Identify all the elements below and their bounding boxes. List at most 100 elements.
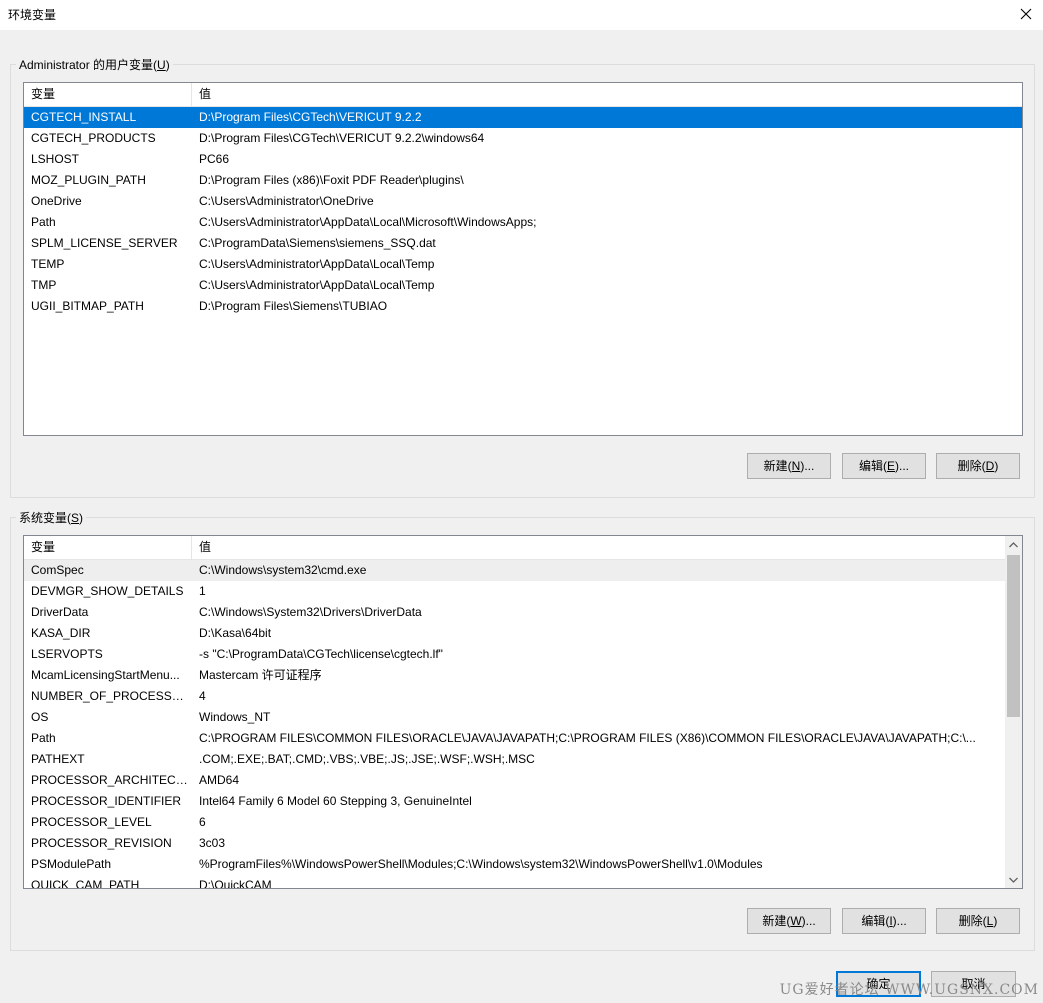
user-new-button[interactable]: 新建(N)... (747, 453, 831, 479)
variable-value: C:\Users\Administrator\OneDrive (199, 194, 374, 208)
variable-value: 1 (199, 584, 206, 598)
system-variable-row[interactable]: PROCESSOR_LEVEL 6 (24, 812, 1005, 833)
user-edit-button[interactable]: 编辑(E)... (842, 453, 926, 479)
variable-name: PATHEXT (31, 752, 85, 766)
column-header-name[interactable]: 变量 (24, 536, 192, 559)
variable-name: Path (31, 731, 56, 745)
close-button[interactable] (1009, 0, 1043, 28)
variable-value: C:\Windows\system32\cmd.exe (199, 563, 367, 577)
user-delete-button-label: 删除( (957, 459, 986, 473)
system-variable-row[interactable]: PATHEXT .COM;.EXE;.BAT;.CMD;.VBS;.VBE;.JS… (24, 749, 1005, 770)
user-variables-label-suffix: ) (165, 58, 170, 72)
variable-name: LSERVOPTS (31, 647, 103, 661)
variable-value: .COM;.EXE;.BAT;.CMD;.VBS;.VBE;.JS;.JSE;.… (199, 752, 535, 766)
variable-value: C:\Users\Administrator\AppData\Local\Tem… (199, 257, 435, 271)
variable-name: OS (31, 710, 49, 724)
variable-value: C:\PROGRAM FILES\COMMON FILES\ORACLE\JAV… (199, 731, 976, 745)
variable-name: PROCESSOR_ARCHITECT... (31, 773, 189, 787)
variable-name: PSModulePath (31, 857, 112, 871)
scroll-thumb[interactable] (1007, 555, 1020, 717)
system-variables-rows: ComSpec C:\Windows\system32\cmd.exe DEVMGR… (24, 560, 1005, 889)
column-header-value[interactable]: 值 (192, 536, 1005, 559)
user-variable-row[interactable]: CGTECH_PRODUCTS D:\Program Files\CGTech\V… (24, 128, 1022, 149)
system-new-button-hotkey: W (790, 914, 802, 928)
user-new-button-label: 新建( (763, 459, 792, 473)
system-variables-hotkey: S (71, 511, 80, 525)
system-variable-row[interactable]: PROCESSOR_ARCHITECT... AMD64 (24, 770, 1005, 791)
system-variable-row[interactable]: McamLicensingStartMenu... Mastercam 许可证程序 (24, 665, 1005, 686)
system-variable-row[interactable]: Path C:\PROGRAM FILES\COMMON FILES\ORACLE… (24, 728, 1005, 749)
system-new-button[interactable]: 新建(W)... (747, 908, 831, 934)
system-variables-list[interactable]: 变量 值 ComSpec C:\Windows\system32\cmd.exe D… (23, 535, 1023, 889)
variable-value: D:\Program Files\CGTech\VERICUT 9.2.2\wi… (199, 131, 485, 145)
variable-value: 4 (199, 689, 206, 703)
variable-value: C:\ProgramData\Siemens\siemens_SSQ.dat (199, 236, 436, 250)
user-variables-hotkey: U (157, 58, 166, 72)
chevron-up-icon (1009, 541, 1018, 547)
variable-value: 6 (199, 815, 206, 829)
variable-value: -s "C:\ProgramData\CGTech\license\cgtech… (199, 647, 443, 661)
variable-name: NUMBER_OF_PROCESSORS (31, 689, 189, 703)
variable-name: LSHOST (31, 152, 80, 166)
system-edit-button[interactable]: 编辑(I)... (842, 908, 926, 934)
variable-name: ComSpec (31, 563, 84, 577)
user-variable-row[interactable]: LSHOST PC66 (24, 149, 1022, 170)
user-variable-row[interactable]: TEMP C:\Users\Administrator\AppData\Local… (24, 254, 1022, 275)
user-new-button-suffix: )... (800, 459, 815, 473)
variable-name: McamLicensingStartMenu... (31, 668, 180, 682)
vertical-scrollbar[interactable] (1005, 536, 1022, 888)
user-variable-row[interactable]: OneDrive C:\Users\Administrator\OneDrive (24, 191, 1022, 212)
user-variable-row[interactable]: SPLM_LICENSE_SERVER C:\ProgramData\Siemen… (24, 233, 1022, 254)
system-delete-button[interactable]: 删除(L) (936, 908, 1020, 934)
user-variable-row[interactable]: TMP C:\Users\Administrator\AppData\Local\… (24, 275, 1022, 296)
variable-value: C:\Windows\System32\Drivers\DriverData (199, 605, 422, 619)
variable-name: OneDrive (31, 194, 82, 208)
close-icon (1020, 8, 1032, 20)
user-edit-button-hotkey: E (886, 459, 895, 473)
user-variables-list[interactable]: 变量 值 CGTECH_INSTALL D:\Program Files\CGTe… (23, 82, 1023, 436)
system-new-button-suffix: )... (801, 914, 816, 928)
user-variable-row[interactable]: Path C:\Users\Administrator\AppData\Local… (24, 212, 1022, 233)
variable-value: C:\Users\Administrator\AppData\Local\Mic… (199, 215, 537, 229)
variable-value: AMD64 (199, 773, 240, 787)
user-variables-header: 变量 值 (24, 83, 1022, 107)
user-variable-row[interactable]: CGTECH_INSTALL D:\Program Files\CGTech\VE… (24, 107, 1022, 128)
user-delete-button[interactable]: 删除(D) (936, 453, 1020, 479)
system-new-button-label: 新建( (762, 914, 791, 928)
user-variables-label: Administrator 的用户变量(U) (16, 56, 173, 73)
variable-name: DEVMGR_SHOW_DETAILS (31, 584, 184, 598)
system-variables-label: 系统变量(S) (16, 509, 87, 526)
system-variable-row[interactable]: PROCESSOR_REVISION 3c03 (24, 833, 1005, 854)
system-variable-row[interactable]: ComSpec C:\Windows\system32\cmd.exe (24, 560, 1005, 581)
user-variable-row[interactable]: MOZ_PLUGIN_PATH D:\Program Files (x86)\Fo… (24, 170, 1022, 191)
variable-name: QUICK_CAM_PATH (31, 878, 140, 889)
system-variable-row[interactable]: KASA_DIR D:\Kasa\64bit (24, 623, 1005, 644)
variable-value: Windows_NT (199, 710, 271, 724)
column-header-name[interactable]: 变量 (24, 83, 192, 106)
system-variable-row[interactable]: LSERVOPTS -s "C:\ProgramData\CGTech\licen… (24, 644, 1005, 665)
variable-name: Path (31, 215, 56, 229)
system-edit-button-suffix: )... (892, 914, 907, 928)
variable-name: SPLM_LICENSE_SERVER (31, 236, 178, 250)
system-variables-header: 变量 值 (24, 536, 1005, 560)
system-variable-row[interactable]: DEVMGR_SHOW_DETAILS 1 (24, 581, 1005, 602)
variable-name: DriverData (31, 605, 89, 619)
scroll-up-button[interactable] (1005, 536, 1022, 553)
column-header-value[interactable]: 值 (192, 83, 1022, 106)
system-variable-row[interactable]: DriverData C:\Windows\System32\Drivers\Dr… (24, 602, 1005, 623)
system-delete-button-label: 删除( (958, 914, 987, 928)
system-variable-row[interactable]: OS Windows_NT (24, 707, 1005, 728)
forum-watermark: UG爱好者论坛 WWW.UGSNX.COM (779, 982, 1039, 998)
scroll-down-button[interactable] (1005, 871, 1022, 888)
system-variables-label-suffix: ) (79, 511, 84, 525)
variable-value: C:\Users\Administrator\AppData\Local\Tem… (199, 278, 435, 292)
system-variable-row[interactable]: PSModulePath %ProgramFiles%\WindowsPowerS… (24, 854, 1005, 875)
user-variable-row[interactable]: UGII_BITMAP_PATH D:\Program Files\Siemens… (24, 296, 1022, 317)
user-variables-rows: CGTECH_INSTALL D:\Program Files\CGTech\VE… (24, 107, 1022, 317)
variable-name: CGTECH_INSTALL (31, 110, 137, 124)
variable-name: CGTECH_PRODUCTS (31, 131, 156, 145)
window-title: 环境变量 (8, 8, 57, 22)
system-variable-row[interactable]: NUMBER_OF_PROCESSORS 4 (24, 686, 1005, 707)
system-variable-row[interactable]: QUICK_CAM_PATH D:\QuickCAM (24, 875, 1005, 889)
system-variable-row[interactable]: PROCESSOR_IDENTIFIER Intel64 Family 6 Mod… (24, 791, 1005, 812)
